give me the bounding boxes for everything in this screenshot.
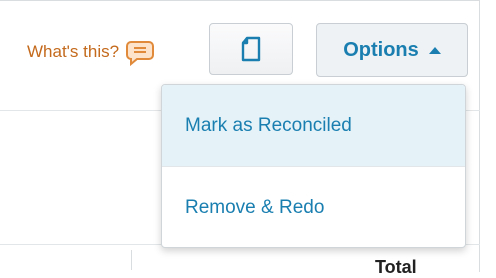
whats-this-label[interactable]: What's this? [27,42,119,62]
menu-item-remove-and-redo[interactable]: Remove & Redo [162,167,465,247]
menu-item-label: Remove & Redo [185,196,325,218]
speech-bubble-icon[interactable] [125,38,155,67]
total-column-header: Total [375,257,417,277]
whats-this-link[interactable]: What's this? [27,38,155,67]
options-button[interactable]: Options [316,23,468,77]
menu-item-mark-as-reconciled[interactable]: Mark as Reconciled [162,85,465,166]
page-icon [241,36,261,62]
options-label: Options [343,38,419,61]
caret-up-icon [428,46,441,54]
menu-item-label: Mark as Reconciled [185,114,352,136]
options-dropdown-menu: Mark as Reconciled Remove & Redo [161,84,466,248]
table-column-divider [131,250,132,270]
document-button[interactable] [209,23,293,75]
